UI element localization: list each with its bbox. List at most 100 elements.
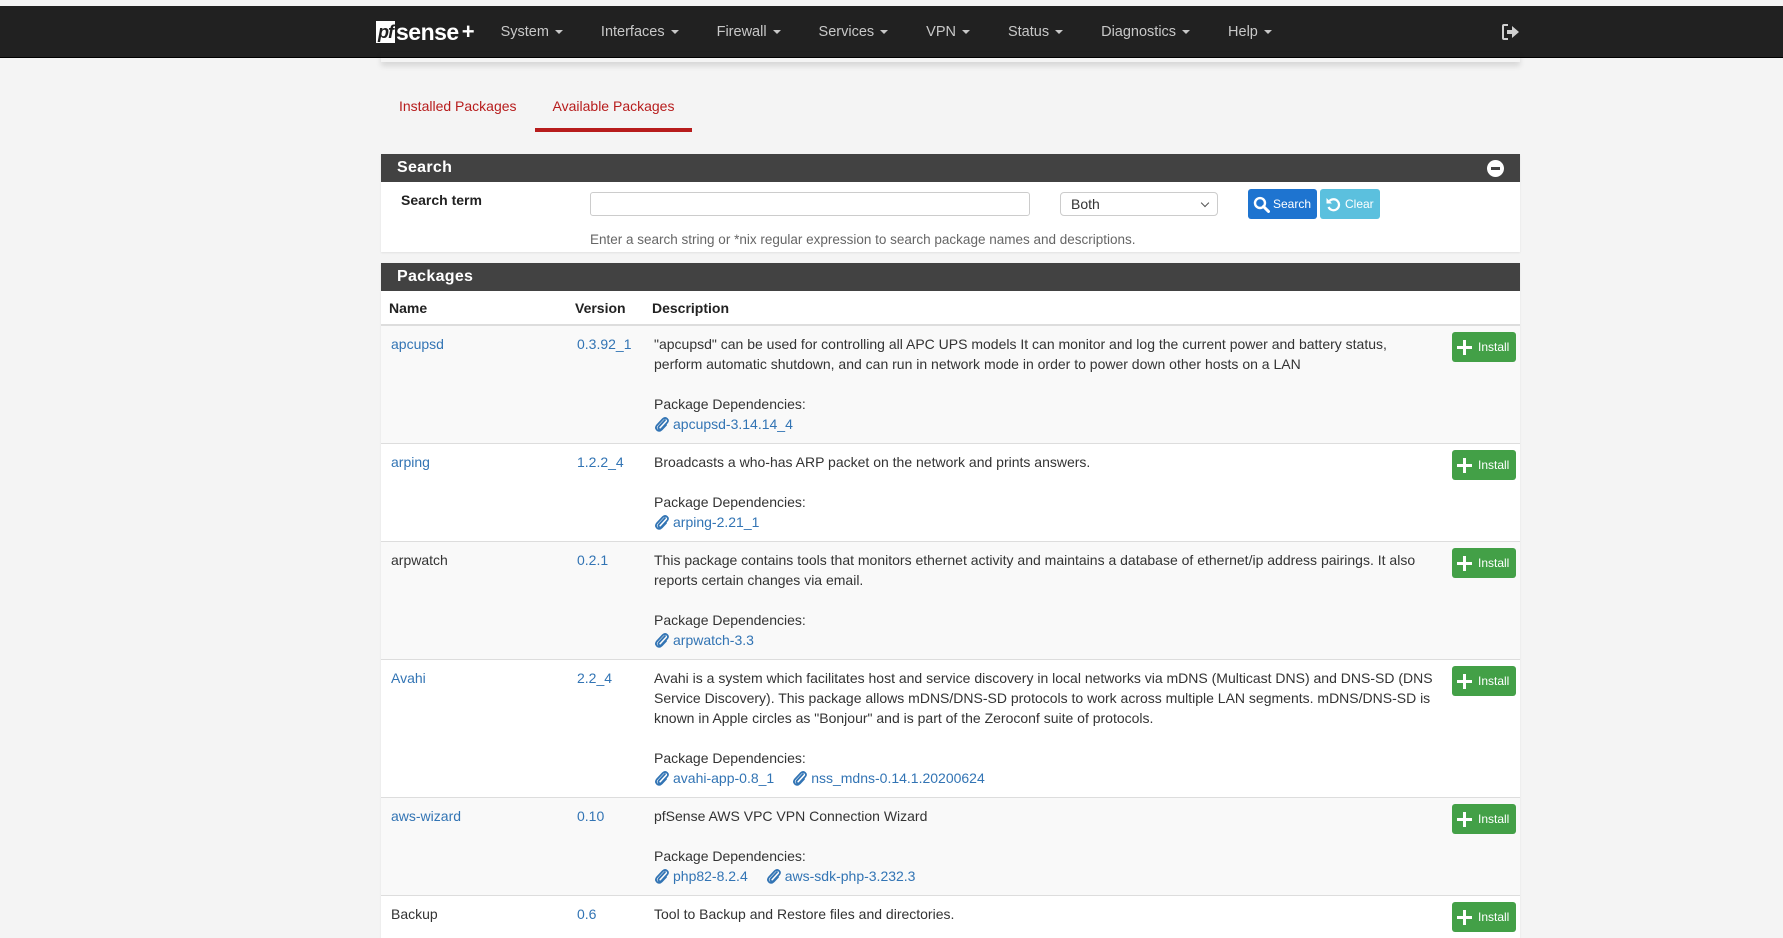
search-button-label: Search <box>1273 197 1311 211</box>
caret-down-icon <box>773 30 781 34</box>
package-row: arpwatch 0.2.1 This package contains tools… <box>381 542 1520 660</box>
dependency-link[interactable]: apcupsd-3.14.14_4 <box>654 414 793 434</box>
paperclip-icon <box>654 868 670 884</box>
paperclip-icon <box>654 514 670 530</box>
nav-label: Services <box>819 24 875 40</box>
navbar-inner: pf sense + System Interfaces Firewall Se… <box>376 6 1310 58</box>
navbar-shadow <box>381 52 1520 62</box>
plus-icon <box>1457 674 1472 689</box>
install-button[interactable]: Install <box>1452 450 1516 480</box>
package-name-cell: arpwatch <box>381 542 567 660</box>
nav-vpn[interactable]: VPN <box>926 24 970 40</box>
install-button[interactable]: Install <box>1452 666 1516 696</box>
install-button-label: Install <box>1478 553 1509 573</box>
package-name: Backup <box>391 906 438 922</box>
search-scope-select[interactable]: Both <box>1060 192 1218 216</box>
sign-out-icon[interactable] <box>1502 24 1520 40</box>
install-button[interactable]: Install <box>1452 804 1516 834</box>
nav-interfaces[interactable]: Interfaces <box>601 24 679 40</box>
dependency-link[interactable]: nss_mdns-0.14.1.20200624 <box>792 768 985 788</box>
caret-down-icon <box>1182 30 1190 34</box>
plus-icon <box>1457 458 1472 473</box>
package-version-link[interactable]: 1.2.2_4 <box>577 454 624 470</box>
package-row: arping 1.2.2_4 Broadcasts a who-has ARP pa… <box>381 444 1520 542</box>
packages-panel: Packages Name Version Description apcups… <box>381 263 1520 938</box>
dependencies-list: php82-8.2.4 aws-sdk-php-3.232.3 <box>654 866 1434 889</box>
paperclip-icon <box>792 770 808 786</box>
dependencies-label: Package Dependencies: <box>654 610 1434 630</box>
package-description: Tool to Backup and Restore files and dir… <box>654 904 1434 924</box>
package-version-link[interactable]: 0.6 <box>577 906 596 922</box>
minus-circle-icon[interactable] <box>1487 160 1504 177</box>
package-description: This package contains tools that monitor… <box>654 550 1434 590</box>
dependency-label: apcupsd-3.14.14_4 <box>673 414 793 434</box>
dependencies-list: avahi-app-0.8_1 nss_mdns-0.14.1.20200624 <box>654 768 1434 791</box>
search-term-label: Search term <box>401 192 482 208</box>
package-name-link[interactable]: aws-wizard <box>391 808 461 824</box>
package-actions-cell: Install <box>1442 542 1520 660</box>
nav-services[interactable]: Services <box>819 24 889 40</box>
nav-label: System <box>501 24 549 40</box>
nav-firewall[interactable]: Firewall <box>717 24 781 40</box>
dependency-link[interactable]: arping-2.21_1 <box>654 512 759 532</box>
package-version-link[interactable]: 0.2.1 <box>577 552 608 568</box>
dependency-label: arping-2.21_1 <box>673 512 759 532</box>
package-actions-cell: Install <box>1442 896 1520 938</box>
package-name-link[interactable]: arping <box>391 454 430 470</box>
install-button-label: Install <box>1478 337 1509 357</box>
pfsense-logo[interactable]: pf sense + <box>376 19 475 46</box>
dependency-link[interactable]: avahi-app-0.8_1 <box>654 768 774 788</box>
nav-status[interactable]: Status <box>1008 24 1063 40</box>
package-version-link[interactable]: 0.10 <box>577 808 604 824</box>
package-description: "apcupsd" can be used for controlling al… <box>654 334 1434 374</box>
nav-system[interactable]: System <box>501 24 563 40</box>
paperclip-icon <box>654 770 670 786</box>
clear-button-label: Clear <box>1345 197 1374 211</box>
caret-down-icon <box>671 30 679 34</box>
install-button-label: Install <box>1478 671 1509 691</box>
nav-diagnostics[interactable]: Diagnostics <box>1101 24 1190 40</box>
chevron-down-icon <box>1201 199 1209 207</box>
package-version-cell: 2.2_4 <box>567 660 644 798</box>
package-name-link[interactable]: apcupsd <box>391 336 444 352</box>
package-version-link[interactable]: 2.2_4 <box>577 670 612 686</box>
install-button[interactable]: Install <box>1452 902 1516 932</box>
col-header-version[interactable]: Version <box>567 291 644 325</box>
dependencies-label: Package Dependencies: <box>654 394 1434 414</box>
clear-button[interactable]: Clear <box>1320 189 1380 219</box>
dependencies-list: arping-2.21_1 <box>654 512 1434 535</box>
dependency-link[interactable]: aws-sdk-php-3.232.3 <box>766 866 916 886</box>
dependency-link[interactable]: arpwatch-3.3 <box>654 630 754 650</box>
search-scope-value: Both <box>1071 196 1100 212</box>
install-button[interactable]: Install <box>1452 548 1516 578</box>
tab-installed-packages[interactable]: Installed Packages <box>381 86 535 132</box>
nav-label: VPN <box>926 24 956 40</box>
search-term-input[interactable] <box>590 192 1030 216</box>
install-button[interactable]: Install <box>1452 332 1516 362</box>
search-button[interactable]: Search <box>1248 189 1317 219</box>
package-row: Avahi2.2_4Avahi is a system which facili… <box>381 660 1520 798</box>
packages-table-body: apcupsd 0.3.92_1 "apcupsd" can be used for… <box>381 325 1520 938</box>
dependencies-list: apcupsd-3.14.14_4 <box>654 414 1434 437</box>
undo-icon <box>1325 196 1342 213</box>
logo-sense: sense <box>396 19 459 46</box>
package-version-link[interactable]: 0.3.92_1 <box>577 336 632 352</box>
tab-available-packages[interactable]: Available Packages <box>535 86 693 132</box>
plus-icon <box>1457 812 1472 827</box>
packages-panel-title: Packages <box>397 268 473 285</box>
caret-down-icon <box>1055 30 1063 34</box>
dependency-link[interactable]: php82-8.2.4 <box>654 866 748 886</box>
col-header-name[interactable]: Name <box>381 291 567 325</box>
package-name-link[interactable]: Avahi <box>391 670 426 686</box>
package-description-cell: Broadcasts a who-has ARP packet on the n… <box>644 444 1442 542</box>
nav-help[interactable]: Help <box>1228 24 1272 40</box>
package-version-cell: 1.2.2_4 <box>567 444 644 542</box>
package-name: arpwatch <box>391 552 448 568</box>
paperclip-icon <box>766 868 782 884</box>
col-header-description: Description <box>644 291 1442 325</box>
install-button-label: Install <box>1478 907 1509 927</box>
package-actions-cell: Install <box>1442 798 1520 896</box>
package-description: pfSense AWS VPC VPN Connection Wizard <box>654 806 1434 826</box>
package-name-cell: Backup <box>381 896 567 938</box>
packages-panel-heading: Packages <box>381 263 1520 291</box>
